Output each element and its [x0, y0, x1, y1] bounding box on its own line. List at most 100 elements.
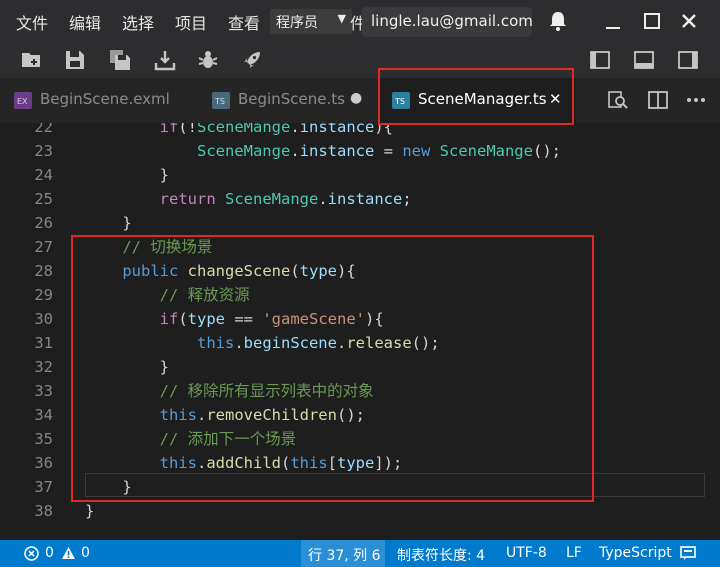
code-line[interactable]: 22 if(!SceneMange.instance){ [0, 123, 720, 139]
save-all-icon[interactable] [108, 48, 132, 72]
code-text: // 释放资源 [159, 286, 250, 304]
account-tooltip: lingle.lau@gmail.com [362, 7, 533, 37]
tab-scenemanager-ts[interactable]: TS SceneManager.ts ✕ [378, 78, 576, 123]
code-line[interactable]: 30 if(type == 'gameScene'){ [0, 307, 720, 331]
tab-label: BeginScene.exml [40, 90, 170, 108]
toggle-panel-icon[interactable] [632, 48, 656, 72]
line-number: 23 [34, 142, 53, 160]
line-number: 37 [34, 478, 53, 496]
maximize-icon[interactable] [639, 8, 665, 34]
line-number: 25 [34, 190, 53, 208]
code-line[interactable]: 23 SceneMange.instance = new SceneMange(… [0, 139, 720, 163]
code-line[interactable]: 31 this.beginScene.release(); [0, 331, 720, 355]
code-line[interactable]: 29 // 释放资源 [0, 283, 720, 307]
language-mode[interactable]: TypeScript [599, 545, 672, 561]
menu-file[interactable]: 文件 [16, 10, 48, 34]
menu-bar: 文件 编辑 选择 项目 查看 程序员 ▼ 件 lingle.lau@gmail.… [0, 0, 720, 42]
error-icon[interactable] [24, 546, 39, 565]
code-line[interactable]: 34 this.removeChildren(); [0, 403, 720, 427]
launch-icon[interactable] [240, 48, 264, 72]
line-number: 35 [34, 430, 53, 448]
save-icon[interactable] [63, 48, 87, 72]
code-text: // 切换场景 [122, 238, 213, 256]
modified-dot-icon[interactable]: ● [350, 90, 362, 106]
code-text: this.beginScene.release(); [196, 334, 440, 352]
line-number: 31 [34, 334, 53, 352]
code-text: } [85, 358, 169, 376]
code-text: } [85, 502, 95, 520]
menu-edit[interactable]: 编辑 [69, 10, 101, 34]
code-text: // 添加下一个场景 [159, 430, 297, 448]
code-line[interactable]: 26 } [0, 211, 720, 235]
exml-file-icon: EX [14, 92, 32, 109]
code-text: SceneMange.instance = new SceneMange(); [196, 142, 561, 160]
tab-label: SceneManager.ts [418, 90, 547, 108]
line-number: 36 [34, 454, 53, 472]
tab-label: BeginScene.ts [238, 90, 345, 108]
new-folder-icon[interactable] [20, 48, 44, 72]
tab-bar: EX BeginScene.exml TS BeginScene.ts ● TS… [0, 78, 720, 123]
warning-icon[interactable] [61, 546, 76, 564]
toggle-right-sidebar-icon[interactable] [676, 48, 700, 72]
code-line[interactable]: 35 // 添加下一个场景 [0, 427, 720, 451]
code-line[interactable]: 32 } [0, 355, 720, 379]
status-bar: 0 0 行 37, 列 6 制表符长度: 4 UTF-8 LF TypeScri… [0, 540, 720, 567]
code-text: this.removeChildren(); [159, 406, 365, 424]
chevron-down-icon: ▼ [337, 12, 346, 25]
current-line-highlight [85, 473, 705, 497]
line-ending[interactable]: LF [566, 545, 582, 561]
code-line[interactable]: 33 // 移除所有显示列表中的对象 [0, 379, 720, 403]
close-window-icon[interactable] [676, 8, 702, 34]
code-text: } [85, 166, 169, 184]
code-text: if(type == 'gameScene'){ [159, 310, 384, 328]
code-line[interactable]: 25 return SceneMange.instance; [0, 187, 720, 211]
code-text: if(!SceneMange.instance){ [159, 123, 393, 136]
tab-beginscene-exml[interactable]: EX BeginScene.exml [0, 78, 198, 123]
debug-icon[interactable] [196, 48, 220, 72]
menu-project[interactable]: 项目 [175, 10, 207, 34]
line-number: 33 [34, 382, 53, 400]
line-number: 26 [34, 214, 53, 232]
role-select-value: 程序员 [276, 15, 318, 31]
toggle-sidebar-icon[interactable] [588, 48, 612, 72]
bell-icon[interactable] [545, 8, 571, 34]
role-select[interactable]: 程序员 ▼ [270, 9, 352, 34]
publish-icon[interactable] [153, 48, 177, 72]
indentation[interactable]: 制表符长度: 4 [397, 545, 485, 565]
ts-file-icon: TS [212, 92, 230, 109]
tab-beginscene-ts[interactable]: TS BeginScene.ts ● [198, 78, 378, 123]
line-number: 30 [34, 310, 53, 328]
warning-count[interactable]: 0 [81, 545, 90, 561]
split-editor-icon[interactable] [647, 89, 669, 111]
svg-text:TS: TS [214, 97, 225, 106]
line-number: 29 [34, 286, 53, 304]
line-number: 34 [34, 406, 53, 424]
more-actions-icon[interactable] [685, 89, 707, 111]
encoding[interactable]: UTF-8 [506, 545, 547, 561]
line-number: 27 [34, 238, 53, 256]
code-text: return SceneMange.instance; [159, 190, 412, 208]
feedback-icon[interactable] [680, 546, 696, 565]
code-line[interactable]: 36 this.addChild(this[type]); [0, 451, 720, 475]
svg-text:TS: TS [394, 97, 405, 106]
find-in-file-icon[interactable] [607, 89, 629, 111]
line-number: 24 [34, 166, 53, 184]
minimize-icon[interactable] [600, 8, 626, 34]
error-count[interactable]: 0 [45, 545, 54, 561]
code-text: public changeScene(type){ [122, 262, 356, 280]
line-number: 38 [34, 502, 53, 520]
menu-select[interactable]: 选择 [122, 10, 154, 34]
line-number: 28 [34, 262, 53, 280]
ts-file-icon: TS [392, 92, 410, 109]
code-text: // 移除所有显示列表中的对象 [159, 382, 374, 400]
menu-view[interactable]: 查看 [228, 10, 260, 34]
line-number: 22 [34, 123, 53, 136]
code-line[interactable]: 38} [0, 499, 720, 523]
line-number: 32 [34, 358, 53, 376]
cursor-position[interactable]: 行 37, 列 6 [308, 545, 381, 565]
close-tab-icon[interactable]: ✕ [549, 90, 562, 108]
code-line[interactable]: 27 // 切换场景 [0, 235, 720, 259]
code-line[interactable]: 28 public changeScene(type){ [0, 259, 720, 283]
code-line[interactable]: 24 } [0, 163, 720, 187]
toolbar [0, 42, 720, 78]
